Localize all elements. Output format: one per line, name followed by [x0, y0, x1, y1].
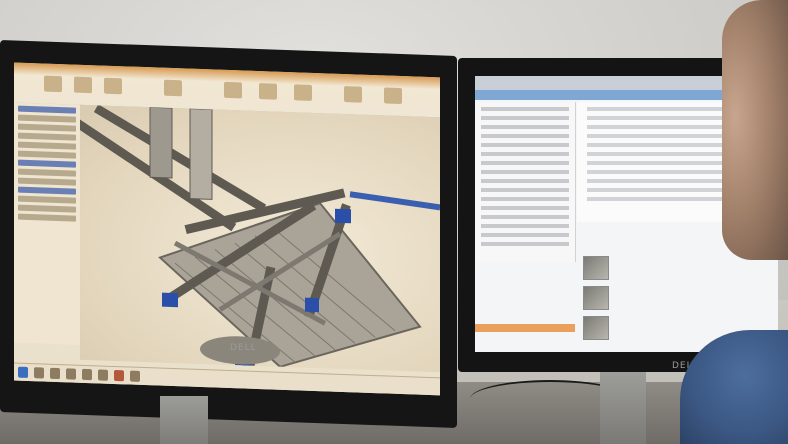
file-thumbnail[interactable]	[583, 256, 609, 280]
ribbon-tool-icon[interactable]	[224, 81, 242, 99]
tree-item[interactable]	[18, 123, 76, 132]
lead-screw	[189, 108, 213, 200]
blue-cable	[349, 191, 440, 211]
taskbar-app-icon[interactable]	[50, 367, 60, 380]
monitor-stand	[600, 372, 646, 444]
ribbon-tool-icon[interactable]	[164, 79, 182, 97]
left-monitor	[0, 40, 457, 428]
ribbon-tool-icon[interactable]	[344, 86, 362, 103]
folder-tree-pane[interactable]	[475, 102, 576, 262]
folder-item[interactable]	[481, 161, 569, 165]
start-icon[interactable]	[18, 366, 28, 378]
tree-item[interactable]	[18, 150, 76, 159]
folder-item[interactable]	[481, 143, 569, 147]
file-thumbnail[interactable]	[583, 316, 609, 340]
folder-item[interactable]	[481, 224, 569, 228]
taskbar-app-icon[interactable]	[82, 368, 92, 381]
cad-application-screen	[14, 62, 440, 396]
tree-item[interactable]	[18, 114, 76, 123]
taskbar-app-icon[interactable]	[98, 369, 108, 381]
3d-viewport[interactable]	[80, 104, 440, 373]
robotic-frame-model	[80, 104, 440, 372]
taskbar-app-icon[interactable]	[66, 368, 76, 380]
folder-item[interactable]	[481, 242, 569, 246]
tree-item[interactable]	[18, 186, 76, 195]
folder-item[interactable]	[481, 188, 569, 192]
person-head	[722, 0, 788, 260]
lead-screw	[149, 106, 173, 179]
folder-item[interactable]	[481, 125, 569, 129]
monitor-stand	[160, 396, 208, 444]
model-browser-tree[interactable]	[14, 102, 81, 345]
folder-item[interactable]	[481, 170, 569, 174]
folder-item[interactable]	[481, 215, 569, 219]
folder-item[interactable]	[481, 206, 569, 210]
tree-item[interactable]	[18, 213, 76, 222]
tree-item[interactable]	[18, 204, 76, 213]
tree-item[interactable]	[18, 105, 76, 114]
selected-row-highlight[interactable]	[475, 324, 575, 332]
tree-item[interactable]	[18, 132, 76, 141]
tree-item[interactable]	[18, 168, 76, 177]
ribbon-tool-icon[interactable]	[259, 83, 277, 100]
ribbon-tool-icon[interactable]	[74, 76, 92, 94]
tree-item[interactable]	[18, 141, 76, 150]
folder-item[interactable]	[481, 179, 569, 183]
monitor-brand-logo: DELL	[230, 343, 257, 353]
ribbon-tool-icon[interactable]	[104, 77, 122, 95]
folder-item[interactable]	[481, 233, 569, 237]
folder-item[interactable]	[481, 152, 569, 156]
taskbar-app-icon[interactable]	[34, 367, 44, 379]
folder-item[interactable]	[481, 116, 569, 120]
tree-item[interactable]	[18, 159, 76, 168]
taskbar-app-icon[interactable]	[114, 369, 124, 382]
folder-item[interactable]	[481, 107, 569, 111]
folder-item[interactable]	[481, 134, 569, 138]
tree-item[interactable]	[18, 195, 76, 204]
folder-item[interactable]	[481, 197, 569, 201]
taskbar-app-icon[interactable]	[130, 370, 140, 382]
ribbon-tool-icon[interactable]	[384, 87, 402, 105]
file-thumbnail[interactable]	[583, 286, 609, 310]
ribbon-tool-icon[interactable]	[44, 75, 62, 93]
ribbon-tool-icon[interactable]	[294, 84, 312, 101]
tree-item[interactable]	[18, 177, 76, 186]
